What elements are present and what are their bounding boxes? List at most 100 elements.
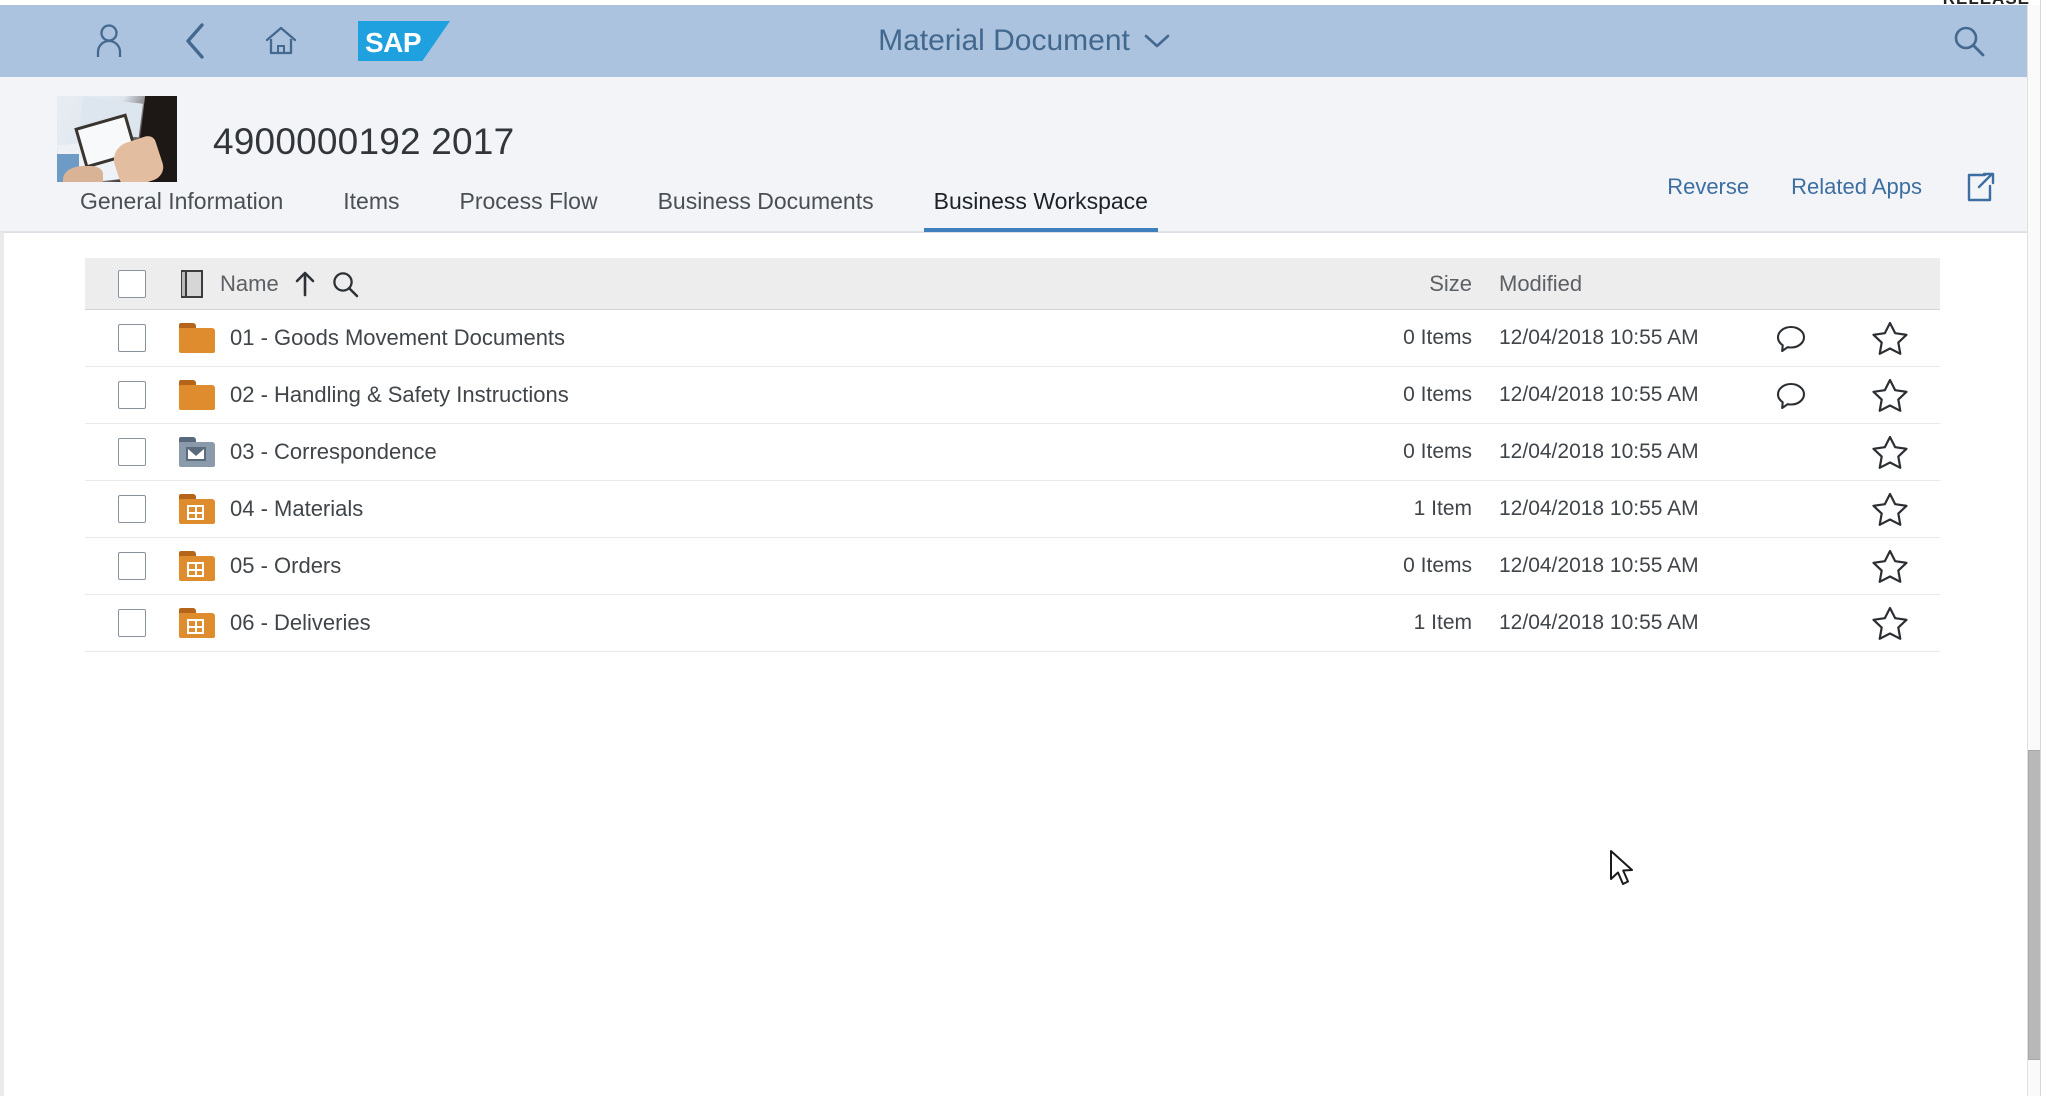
grid-cell	[189, 621, 195, 626]
folder-mail-icon	[179, 437, 215, 467]
folder-grid-overlay	[187, 562, 204, 577]
folder-orange-icon	[179, 323, 215, 353]
size-column-header: Size	[1337, 271, 1472, 297]
name-header-label: Name	[220, 270, 279, 296]
name-column-header: Name	[179, 269, 1337, 299]
row-checkbox[interactable]	[118, 324, 146, 352]
tab-items[interactable]: Items	[341, 188, 401, 232]
table-row[interactable]: 02 - Handling & Safety Instructions 0 Ite…	[85, 367, 1940, 424]
favorite-star-icon[interactable]	[1871, 548, 1909, 584]
home-button[interactable]	[250, 10, 312, 72]
row-size-label: 1 Item	[1413, 497, 1472, 520]
table-header-row: Name Size Modified	[85, 258, 1940, 310]
row-checkbox[interactable]	[118, 438, 146, 466]
table-row[interactable]: 03 - Correspondence 0 Items 12/04/2018 10:…	[85, 424, 1940, 481]
chevron-down-icon	[1144, 34, 1170, 48]
row-favorite-cell	[1840, 548, 1940, 584]
row-size-label: 0 Items	[1403, 326, 1472, 349]
row-name-label[interactable]: 03 - Correspondence	[230, 439, 437, 465]
row-name-label[interactable]: 01 - Goods Movement Documents	[230, 325, 565, 351]
row-favorite-cell	[1840, 491, 1940, 527]
favorite-star-icon[interactable]	[1871, 491, 1909, 527]
row-comment-cell	[1742, 322, 1840, 354]
favorite-star-icon[interactable]	[1871, 605, 1909, 641]
row-select-cell	[85, 609, 179, 637]
grid-cell	[196, 564, 202, 569]
row-name-label[interactable]: 02 - Handling & Safety Instructions	[230, 382, 569, 408]
row-checkbox[interactable]	[118, 552, 146, 580]
icon-tab-bar: General Information Items Process Flow Busi…	[0, 175, 2040, 232]
select-all-cell	[85, 269, 179, 298]
row-name-cell: 01 - Goods Movement Documents	[179, 323, 1337, 353]
row-modified-cell: 12/04/2018 10:55 AM	[1472, 383, 1742, 407]
row-comment-cell	[1742, 379, 1840, 411]
row-size-label: 0 Items	[1403, 554, 1472, 577]
search-icon	[1954, 26, 1985, 57]
favorite-star-icon[interactable]	[1871, 377, 1909, 413]
row-checkbox[interactable]	[118, 495, 146, 523]
back-chevron-icon	[186, 23, 204, 59]
row-select-cell	[85, 324, 179, 352]
grid-cell	[189, 507, 195, 512]
folder-grid-icon	[179, 608, 215, 638]
documents-table: Name Size Modified 01 - Goods Movement D…	[85, 258, 1940, 652]
row-modified-label: 12/04/2018 10:55 AM	[1499, 440, 1699, 463]
envelope-overlay	[186, 447, 206, 461]
row-name-label[interactable]: 04 - Materials	[230, 496, 363, 522]
row-modified-cell: 12/04/2018 10:55 AM	[1472, 440, 1742, 464]
grid-cell	[196, 627, 202, 632]
user-avatar-button[interactable]	[78, 10, 140, 72]
comment-bubble-icon[interactable]	[1775, 379, 1807, 411]
row-size-label: 0 Items	[1403, 383, 1472, 406]
select-all-checkbox[interactable]	[118, 269, 146, 298]
folder-body	[179, 385, 215, 410]
row-modified-label: 12/04/2018 10:55 AM	[1499, 554, 1699, 577]
table-row[interactable]: 04 - Materials 1 Item 12/04/2018 10:55 AM	[85, 481, 1940, 538]
shell-title-menu-button[interactable]: Material Document	[878, 24, 1170, 58]
tab-business-workspace[interactable]: Business Workspace	[923, 188, 1159, 232]
row-checkbox[interactable]	[118, 609, 146, 637]
grid-cell	[189, 627, 195, 632]
favorite-star-icon[interactable]	[1871, 434, 1909, 470]
shell-bar: SAP Material Document	[0, 5, 2048, 77]
table-row[interactable]: 05 - Orders 0 Items 12/04/2018 10:55 AM	[85, 538, 1940, 595]
modified-header-label: Modified	[1499, 270, 1583, 296]
row-name-label[interactable]: 06 - Deliveries	[230, 610, 371, 636]
row-modified-label: 12/04/2018 10:55 AM	[1499, 383, 1699, 406]
row-size-cell: 0 Items	[1337, 326, 1472, 350]
user-icon	[96, 24, 122, 57]
grid-cell	[189, 513, 195, 518]
folder-grid-overlay	[187, 619, 204, 634]
row-checkbox[interactable]	[118, 381, 146, 409]
sap-logo[interactable]: SAP	[358, 21, 450, 61]
shell-search-button[interactable]	[1938, 10, 2000, 72]
tab-process-flow[interactable]: Process Flow	[458, 188, 600, 232]
tab-business-documents[interactable]: Business Documents	[656, 188, 876, 232]
grid-cell	[196, 507, 202, 512]
row-name-label[interactable]: 05 - Orders	[230, 553, 341, 579]
row-name-cell: 04 - Materials	[179, 494, 1337, 524]
back-button[interactable]	[164, 10, 226, 72]
row-size-cell: 1 Item	[1337, 497, 1472, 521]
grid-cell	[196, 570, 202, 575]
comment-bubble-icon[interactable]	[1775, 322, 1807, 354]
favorite-star-icon[interactable]	[1871, 320, 1909, 356]
row-modified-cell: 12/04/2018 10:55 AM	[1472, 554, 1742, 578]
row-select-cell	[85, 381, 179, 409]
row-size-cell: 0 Items	[1337, 383, 1472, 407]
row-favorite-cell	[1840, 434, 1940, 470]
window-right-edge	[2040, 0, 2048, 1096]
modified-column-header: Modified	[1472, 271, 1742, 297]
row-name-cell: 06 - Deliveries	[179, 608, 1337, 638]
table-row[interactable]: 06 - Deliveries 1 Item 12/04/2018 10:55 AM	[85, 595, 1940, 652]
search-icon[interactable]	[331, 270, 359, 298]
row-size-label: 0 Items	[1403, 440, 1472, 463]
tab-general-information[interactable]: General Information	[78, 188, 285, 232]
row-size-label: 1 Item	[1413, 611, 1472, 634]
page-title: 4900000192 2017	[213, 121, 515, 162]
shell-title-text: Material Document	[878, 24, 1130, 57]
row-size-cell: 0 Items	[1337, 554, 1472, 578]
sort-ascending-arrow-icon[interactable]	[294, 271, 316, 297]
content-left-edge	[0, 232, 4, 1096]
table-row[interactable]: 01 - Goods Movement Documents 0 Items 12/0…	[85, 310, 1940, 367]
